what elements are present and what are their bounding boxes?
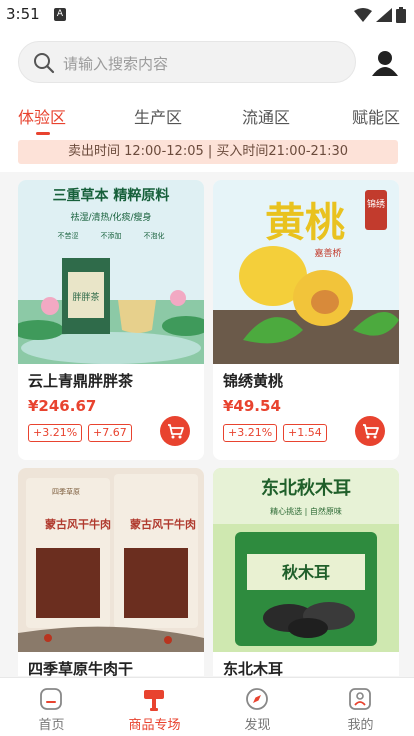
battery-icon: [396, 7, 406, 23]
signal-icon: [376, 8, 392, 22]
cart-icon: [168, 424, 184, 439]
image-title: 东北秋木耳: [261, 477, 351, 499]
product-name: 东北木耳: [223, 660, 284, 676]
add-to-cart-button[interactable]: [160, 416, 190, 446]
nav-discover[interactable]: 发现: [206, 678, 309, 736]
search-icon: [34, 53, 55, 74]
image-subtitle: 精心挑选 | 自然原味: [270, 506, 342, 516]
tab-empower-zone[interactable]: 赋能区: [352, 104, 400, 128]
image-box-text: 胖胖茶: [72, 291, 99, 303]
image-bag-text: 秋木耳: [282, 563, 330, 582]
image-label: 不苦涩: [58, 231, 79, 240]
change-amount-tag: +7.67: [88, 424, 132, 442]
nav-label: 商品专场: [128, 718, 181, 733]
status-time: 3:51: [6, 5, 40, 23]
add-to-cart-button[interactable]: [355, 416, 385, 446]
nav-label: 首页: [38, 718, 65, 733]
image-small-text: 四季草原: [52, 487, 80, 496]
product-price: ¥246.67: [28, 397, 97, 415]
image-small-text: 嘉善桥: [314, 247, 341, 259]
image-title: 三重草本 精粹原料: [53, 187, 170, 204]
change-percent-tag: +3.21%: [28, 424, 83, 442]
product-image: 东北秋木耳 精心挑选 | 自然原味 秋木耳: [213, 468, 399, 652]
tab-experience-zone[interactable]: 体验区: [18, 104, 66, 128]
change-percent-tag: +3.21%: [223, 424, 278, 442]
product-image: 黄桃 锦绣 嘉善桥: [213, 180, 399, 364]
wifi-icon: [354, 8, 372, 22]
tab-circulation-zone[interactable]: 流通区: [242, 104, 290, 128]
product-card[interactable]: 黄桃 锦绣 嘉善桥 锦绣黄桃 ¥49.54 +3.21% +1.54: [213, 180, 399, 460]
zone-tabs: 体验区 生产区 流通区 赋能区: [0, 104, 414, 136]
header: 请输入搜索内容 体验区 生产区 流通区 赋能区 卖出时间 12:00-12:05…: [0, 30, 414, 172]
user-profile-icon[interactable]: [370, 48, 400, 78]
bottom-navigation: 首页 商品专场 发现 我的: [0, 677, 414, 736]
nav-label: 发现: [244, 718, 271, 733]
product-card[interactable]: 蒙古风干牛肉 蒙古风干牛肉 四季草原 四季草原牛肉干: [18, 468, 204, 676]
tab-production-zone[interactable]: 生产区: [134, 104, 182, 128]
product-image: 蒙古风干牛肉 蒙古风干牛肉 四季草原: [18, 468, 204, 652]
nav-home[interactable]: 首页: [0, 678, 103, 736]
active-tab-indicator: [36, 132, 50, 135]
product-price: ¥49.54: [223, 397, 281, 415]
notification-icon: A: [54, 8, 66, 21]
home-icon: [40, 688, 62, 710]
image-label: 蒙古风干牛肉: [130, 517, 196, 531]
product-grid: 三重草本 精粹原料 祛湿/清热/化痰/瘦身 不苦涩 不添加 不泡化 胖胖茶 云上…: [0, 172, 414, 676]
shop-sign-icon: [144, 690, 164, 711]
image-title: 黄桃: [265, 200, 345, 246]
product-name: 云上青鼎胖胖茶: [28, 372, 134, 390]
product-card[interactable]: 东北秋木耳 精心挑选 | 自然原味 秋木耳 东北木耳: [213, 468, 399, 676]
compass-icon: [246, 688, 268, 710]
image-seal: 锦绣: [367, 198, 385, 210]
image-subtitle: 祛湿/清热/化痰/瘦身: [70, 211, 151, 223]
nav-mine[interactable]: 我的: [309, 678, 412, 736]
search-input[interactable]: 请输入搜索内容: [18, 41, 356, 83]
cart-icon: [363, 424, 379, 439]
nav-products[interactable]: 商品专场: [103, 678, 206, 736]
product-image: 三重草本 精粹原料 祛湿/清热/化痰/瘦身 不苦涩 不添加 不泡化 胖胖茶: [18, 180, 204, 364]
profile-icon: [349, 688, 371, 710]
image-label: 蒙古风干牛肉: [45, 517, 111, 531]
status-bar: 3:51 A: [0, 0, 414, 30]
product-name: 锦绣黄桃: [223, 372, 284, 390]
image-label: 不泡化: [144, 231, 165, 240]
trading-time-banner: 卖出时间 12:00-12:05 | 买入时间21:00-21:30: [18, 140, 398, 164]
status-icons: [354, 5, 406, 25]
nav-label: 我的: [347, 718, 374, 733]
product-card[interactable]: 三重草本 精粹原料 祛湿/清热/化痰/瘦身 不苦涩 不添加 不泡化 胖胖茶 云上…: [18, 180, 204, 460]
change-amount-tag: +1.54: [283, 424, 327, 442]
product-name: 四季草原牛肉干: [28, 660, 134, 676]
search-placeholder: 请输入搜索内容: [63, 55, 169, 73]
image-label: 不添加: [101, 231, 122, 240]
